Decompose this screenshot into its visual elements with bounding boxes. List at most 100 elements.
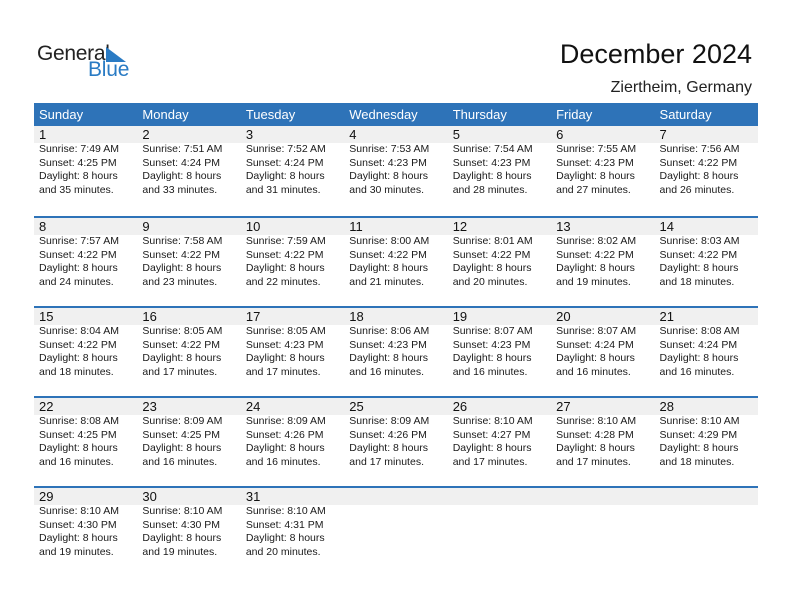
day-cell: Sunrise: 8:10 AM Sunset: 4:29 PM Daylight:… [655, 415, 758, 469]
daylight-text: Daylight: 8 hours [142, 170, 222, 182]
daylight-text: and 18 minutes. [659, 455, 735, 468]
daylight-text: and 17 minutes. [245, 365, 321, 378]
day-cell-header: 25 [344, 398, 447, 415]
sunrise-text: Sunrise: 7:58 AM [142, 235, 223, 247]
sunset-text: Sunset: 4:23 PM [452, 338, 531, 351]
daylight-text: and 21 minutes. [349, 275, 424, 288]
sunset-text: Sunset: 4:24 PM [659, 338, 738, 351]
daylight-text: Daylight: 8 hours [349, 262, 429, 274]
sunrise-text: Sunrise: 8:09 AM [142, 415, 223, 427]
daylight-text: Daylight: 8 hours [39, 532, 118, 544]
day-number: 20 [556, 309, 571, 324]
day-number: 28 [659, 399, 674, 414]
sunset-text: Sunset: 4:22 PM [556, 248, 634, 261]
weekday-header-tuesday: Tuesday [245, 107, 296, 122]
date-bar: 8 9 10 11 12 13 14 [34, 218, 758, 235]
sunrise-text: Sunrise: 8:01 AM [452, 235, 533, 247]
day-number: 29 [39, 489, 54, 504]
day-cell: Sunrise: 7:53 AM Sunset: 4:23 PM Daylight:… [344, 143, 447, 197]
day-number: 16 [142, 309, 157, 324]
day-cell-header: 21 [655, 308, 758, 325]
day-cell: Sunrise: 8:01 AM Sunset: 4:22 PM Daylight:… [448, 235, 551, 289]
day-number: 17 [245, 309, 261, 324]
day-number: 19 [452, 309, 468, 324]
day-cell: Sunrise: 7:56 AM Sunset: 4:22 PM Daylight:… [655, 143, 758, 197]
daylight-text: Daylight: 8 hours [556, 442, 635, 454]
sunset-text: Sunset: 4:22 PM [659, 156, 738, 169]
sunset-text: Sunset: 4:25 PM [142, 428, 221, 441]
weekday-header-monday: Monday [142, 107, 189, 122]
sunset-text: Sunset: 4:24 PM [556, 338, 634, 351]
sunset-text: Sunset: 4:31 PM [245, 518, 324, 531]
day-number: 22 [39, 399, 54, 414]
day-cell: Sunrise: 8:10 AM Sunset: 4:30 PM Daylight:… [137, 505, 240, 559]
day-cell-header: 23 [137, 398, 240, 415]
day-cell: Sunrise: 8:10 AM Sunset: 4:31 PM Daylight:… [241, 505, 344, 559]
day-number: 9 [142, 219, 150, 234]
day-number: 23 [142, 399, 157, 414]
daylight-text: Daylight: 8 hours [39, 442, 118, 454]
day-cell: Sunrise: 7:58 AM Sunset: 4:22 PM Daylight:… [137, 235, 240, 289]
day-cell: Sunrise: 7:52 AM Sunset: 4:24 PM Daylight:… [241, 143, 344, 197]
day-number: 7 [659, 127, 667, 142]
daylight-text: and 31 minutes. [245, 183, 321, 196]
day-cell-header: 27 [551, 398, 654, 415]
calendar: Sunday Monday Tuesday Wednesday Thursday Frid… [34, 103, 758, 576]
day-number: 6 [556, 127, 564, 142]
day-cell-header: 8 [34, 218, 137, 235]
sunset-text: Sunset: 4:30 PM [39, 518, 117, 531]
day-cell: Sunrise: 7:49 AM Sunset: 4:25 PM Daylight:… [34, 143, 137, 197]
daylight-text: Daylight: 8 hours [39, 170, 118, 182]
date-bar: 29 30 31 [34, 488, 758, 505]
day-cell: Sunrise: 8:07 AM Sunset: 4:23 PM Daylight:… [448, 325, 551, 379]
weekday-header: Sunday Monday Tuesday Wednesday Thursday Frid… [34, 103, 758, 126]
sunrise-text: Sunrise: 7:59 AM [245, 235, 326, 247]
day-cell: Sunrise: 8:10 AM Sunset: 4:27 PM Daylight:… [448, 415, 551, 469]
day-info-row: Sunrise: 8:04 AM Sunset: 4:22 PM Daylight:… [34, 325, 758, 379]
day-cell-header [448, 488, 551, 505]
daylight-text: Daylight: 8 hours [349, 442, 429, 454]
week-row: 1 2 3 4 5 6 7 Sunrise: 7:49 AM Sunset: 4:25 PM Da… [34, 126, 758, 216]
sunrise-text: Sunrise: 7:53 AM [349, 143, 430, 155]
sunrise-text: Sunrise: 8:07 AM [452, 325, 533, 337]
daylight-text: Daylight: 8 hours [245, 442, 325, 454]
day-cell-header: 18 [344, 308, 447, 325]
day-cell [448, 505, 551, 559]
day-cell [551, 505, 654, 559]
day-number: 15 [39, 309, 54, 324]
weekday-header-wednesday: Wednesday [349, 107, 418, 122]
sunset-text: Sunset: 4:22 PM [39, 338, 117, 351]
sunrise-text: Sunrise: 7:51 AM [142, 143, 223, 155]
sunset-text: Sunset: 4:23 PM [349, 156, 427, 169]
daylight-text: Daylight: 8 hours [659, 442, 739, 454]
day-number: 2 [142, 127, 150, 142]
sunset-text: Sunset: 4:29 PM [659, 428, 738, 441]
daylight-text: Daylight: 8 hours [452, 442, 532, 454]
sunset-text: Sunset: 4:22 PM [452, 248, 531, 261]
daylight-text: and 24 minutes. [39, 275, 114, 288]
sunrise-text: Sunrise: 8:08 AM [39, 415, 119, 427]
day-cell [655, 505, 758, 559]
sunset-text: Sunset: 4:30 PM [142, 518, 221, 531]
day-number: 14 [659, 219, 674, 234]
daylight-text: Daylight: 8 hours [142, 442, 222, 454]
sunrise-text: Sunrise: 8:03 AM [659, 235, 740, 247]
weekday-header-friday: Friday [556, 107, 593, 122]
day-number: 27 [556, 399, 571, 414]
day-cell-header: 26 [448, 398, 551, 415]
daylight-text: Daylight: 8 hours [452, 170, 532, 182]
sunrise-text: Sunrise: 8:09 AM [245, 415, 326, 427]
day-cell: Sunrise: 8:08 AM Sunset: 4:24 PM Daylight:… [655, 325, 758, 379]
day-number: 26 [452, 399, 468, 414]
sunrise-text: Sunrise: 8:00 AM [349, 235, 430, 247]
weekday-header-thursday: Thursday [452, 107, 507, 122]
sunrise-text: Sunrise: 8:10 AM [659, 415, 740, 427]
sunset-text: Sunset: 4:22 PM [659, 248, 738, 261]
location-label: Ziertheim, Germany [610, 79, 752, 96]
day-cell-header [655, 488, 758, 505]
day-cell-header: 9 [137, 218, 240, 235]
sunset-text: Sunset: 4:22 PM [349, 248, 427, 261]
week-row: 15 16 17 18 19 20 21 Sunrise: 8:04 AM Sunset: 4:… [34, 306, 758, 396]
sunset-text: Sunset: 4:22 PM [39, 248, 117, 261]
day-number: 25 [349, 399, 364, 414]
